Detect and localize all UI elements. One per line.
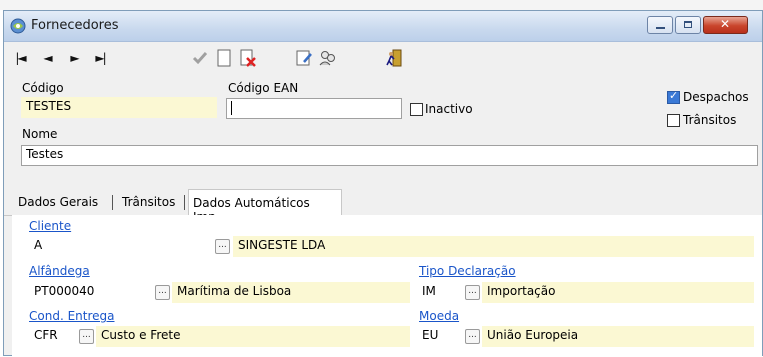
cond-entrega-name-field: Custo e Frete [96,326,410,347]
app-icon [10,18,26,34]
edit-document-icon[interactable] [294,48,314,68]
tipo-declaracao-code-field[interactable]: IM [417,282,463,303]
despachos-checkbox[interactable] [667,89,680,104]
alfandega-name-field: Marítima de Lisboa [172,282,410,303]
tab-dados-gerais[interactable]: Dados Gerais [14,193,102,213]
moeda-lookup-button[interactable]: ... [465,329,480,344]
moeda-code-field[interactable]: EU [417,326,463,347]
exit-door-icon[interactable] [384,48,404,68]
maximize-button[interactable] [675,16,701,34]
transitos-checkbox[interactable] [667,114,680,127]
cliente-name-field: SINGESTE LDA [233,236,754,257]
confirm-check-icon[interactable] [190,48,210,68]
dados-automaticos-panel: Cliente A ... SINGESTE LDA Alfândega PT0… [12,215,762,357]
minimize-button[interactable] [647,16,673,34]
tab-separator [112,195,113,210]
text-caret [231,100,232,115]
codigo-field[interactable]: TESTES [21,97,217,118]
tipo-declaracao-name-field: Importação [482,282,754,303]
delete-document-icon[interactable] [238,48,258,68]
fornecedores-window: Fornecedores |◄ ◄ ► ►| Código TESTES Cód… [3,10,763,357]
nome-field[interactable]: Testes [21,145,758,166]
cliente-code-field[interactable]: A [29,236,215,257]
cond-entrega-code-field[interactable]: CFR [29,326,77,347]
toolbar: |◄ ◄ ► ►| [4,42,762,74]
moeda-link[interactable]: Moeda [419,309,459,323]
tipo-declaracao-lookup-button[interactable]: ... [465,285,480,300]
nome-label: Nome [22,127,58,141]
previous-record-icon[interactable]: ◄ [37,48,57,68]
alfandega-lookup-button[interactable]: ... [155,285,170,300]
first-record-icon[interactable]: |◄ [10,48,30,68]
tipo-declaracao-link[interactable]: Tipo Declaração [419,264,516,278]
transitos-label: Trânsitos [683,113,737,127]
codigo-ean-field[interactable] [226,98,402,119]
tab-separator [184,195,185,210]
codigo-label: Código [22,81,64,95]
next-record-icon[interactable]: ► [64,48,84,68]
title-bar[interactable]: Fornecedores [4,11,762,42]
tab-strip: Dados Gerais Trânsitos Dados Automáticos… [4,189,762,224]
tab-dados-automaticos[interactable]: Dados Automáticos Imp. [188,189,342,224]
background-window-edge [0,0,763,10]
close-button[interactable] [703,16,748,34]
window-title: Fornecedores [31,18,119,33]
moeda-name-field: União Europeia [482,326,754,347]
cond-entrega-link[interactable]: Cond. Entrega [29,309,115,323]
last-record-icon[interactable]: ►| [90,48,110,68]
codigo-ean-label: Código EAN [228,81,299,95]
cond-entrega-lookup-button[interactable]: ... [79,329,94,344]
tab-transitos[interactable]: Trânsitos [118,193,179,213]
cliente-lookup-button[interactable]: ... [215,239,230,254]
cliente-link[interactable]: Cliente [29,219,71,233]
alfandega-code-field[interactable]: PT000040 [29,282,153,303]
new-document-icon[interactable] [214,48,234,68]
users-icon[interactable] [318,48,338,68]
inactivo-checkbox[interactable] [410,103,423,116]
inactivo-label: Inactivo [425,102,473,116]
alfandega-link[interactable]: Alfândega [29,264,90,278]
despachos-label: Despachos [683,90,749,104]
